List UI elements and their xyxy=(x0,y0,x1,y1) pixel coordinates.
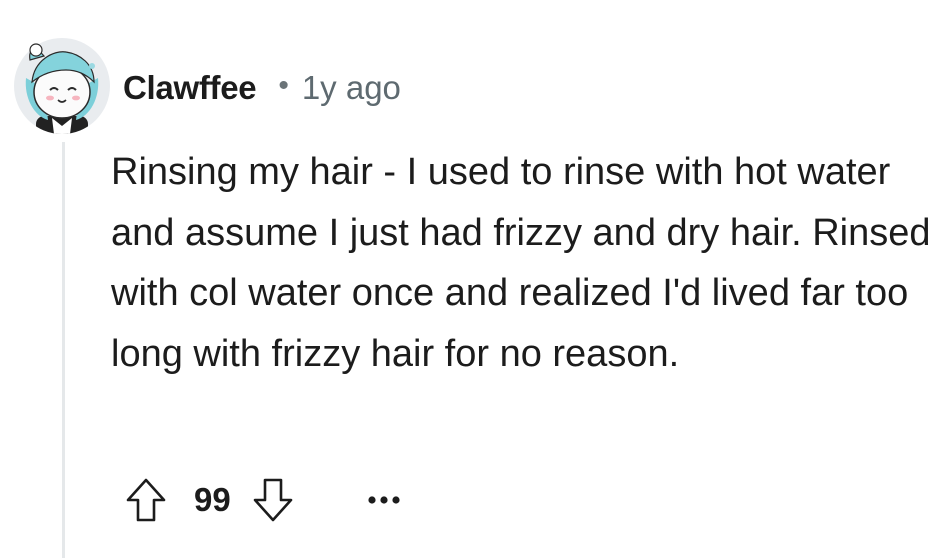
thread-line[interactable] xyxy=(62,142,65,558)
more-options-button[interactable] xyxy=(359,475,409,525)
comment-header: Clawffee • 1y ago xyxy=(123,64,401,112)
comment-body: Rinsing my hair - I used to rinse with h… xyxy=(111,142,931,384)
avatar[interactable] xyxy=(14,38,110,134)
meta-separator: • xyxy=(278,69,289,102)
comment-text: Rinsing my hair - I used to rinse with h… xyxy=(111,151,931,375)
downvote-arrow-icon xyxy=(253,478,293,522)
comment-actions: 99 xyxy=(120,470,409,530)
downvote-button[interactable] xyxy=(247,472,299,528)
snoo-avatar-cat-icon xyxy=(14,38,110,134)
timestamp[interactable]: 1y ago xyxy=(302,69,401,107)
vote-score: 99 xyxy=(194,481,231,518)
upvote-arrow-icon xyxy=(126,478,166,522)
username-link[interactable]: Clawffee xyxy=(123,69,257,107)
upvote-button[interactable] xyxy=(120,472,172,528)
more-options-icon xyxy=(368,496,400,504)
